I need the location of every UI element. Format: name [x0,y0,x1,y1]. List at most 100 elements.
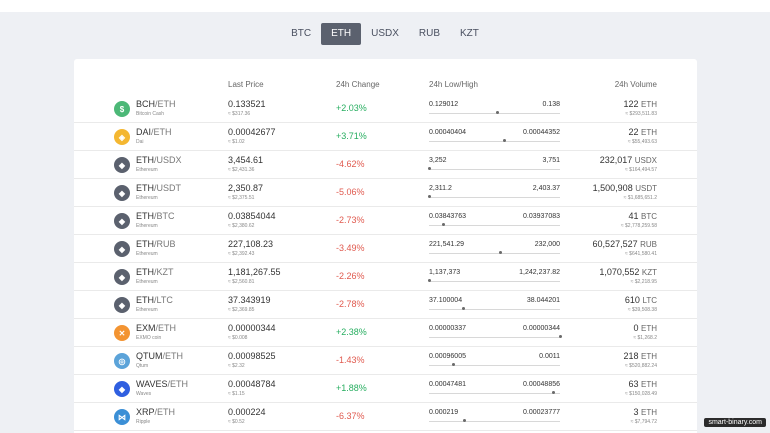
last-price-usd: ≈ $2,369.85 [228,307,255,313]
last-price: 0.00000344 [228,323,276,333]
pair-name[interactable]: DAI/ETH [136,127,172,137]
range-bar [429,309,560,310]
coin-name: Waves [136,391,152,397]
eth-icon: ◆ [114,185,130,201]
table-row[interactable]: ⋈ XRP/ETH Ripple 0.000224 ≈ $0.52 -6.37% 0.000… [74,403,697,431]
last-price-usd: ≈ $1.15 [228,391,245,397]
table-row[interactable]: ◆ WAVES/ETH Waves 0.00048784 ≈ $1.15 +1.88% 0.… [74,375,697,403]
pair-name[interactable]: ETH/RUB [136,239,176,249]
volume-24h: 122 ETH [623,99,657,109]
pair-quote: /ETH [154,407,176,417]
volume-currency: BTC [641,212,657,221]
pair-name[interactable]: ETH/USDT [136,183,181,193]
pair-quote: /KZT [154,267,174,277]
pair-name[interactable]: ETH/BTC [136,211,175,221]
change-24h: +2.38% [336,327,367,337]
pair-quote: /USDX [154,155,182,165]
range-bar [429,141,560,142]
volume-currency: RUB [640,240,657,249]
range-marker [502,139,506,142]
coin-name: EXMO coin [136,335,162,341]
high-24h: 38.044201 [526,297,560,304]
table-row[interactable]: ◆ ETH/BTC Ethereum 0.03854044 ≈ $2,380.62 -2.… [74,207,697,235]
eth-icon: ◆ [114,269,130,285]
tab-rub[interactable]: RUB [409,23,450,45]
volume-currency: ETH [641,352,657,361]
range-marker [428,279,431,282]
volume-value: 41 [628,211,639,221]
high-24h: 0.00000344 [523,325,560,332]
volume-currency: ETH [641,100,657,109]
volume-currency: USDX [634,156,657,165]
table-row[interactable]: ✕ EXM/ETH EXMO coin 0.00000344 ≈ $0.008 +2.38… [74,319,697,347]
volume-value: 1,070,552 [599,267,640,277]
tab-eth[interactable]: ETH [321,23,362,45]
eth-icon: ◆ [114,213,130,229]
pair-base: ETH [136,155,154,165]
pair-quote: /ETH [167,379,189,389]
coin-name: Ethereum [136,279,158,285]
watermark: smart-binary.com [704,418,766,427]
pair-base: BCH [136,99,156,109]
table-row[interactable]: ◆ ETH/RUB Ethereum 227,108.23 ≈ $2,392.43 -3.… [74,235,697,263]
last-price-usd: ≈ $2,431.36 [228,167,255,173]
exm-icon: ✕ [114,325,130,341]
volume-24h: 1,500,908 USDT [593,183,657,193]
pair-name[interactable]: BCH/ETH [136,99,176,109]
table-row[interactable]: ◆ ETH/USDX Ethereum 3,454.61 ≈ $2,431.36 -4.6… [74,151,697,179]
last-price-usd: ≈ $2.32 [228,363,245,369]
pair-name[interactable]: ETH/LTC [136,295,173,305]
pair-name[interactable]: QTUM/ETH [136,351,183,361]
table-row[interactable]: ◆ ETH/KZT Ethereum 1,181,267.55 ≈ $2,560.81 -… [74,263,697,291]
pair-quote: /ETH [155,323,177,333]
change-24h: +2.03% [336,103,367,113]
last-price-usd: ≈ $2,392.43 [228,251,255,257]
range-bar [429,393,560,394]
pair-name[interactable]: EXM/ETH [136,323,176,333]
coin-name: Ethereum [136,195,158,201]
table-row[interactable]: ◎ QTUM/ETH Qtum 0.00098525 ≈ $2.32 -1.43% 0.00… [74,347,697,375]
tab-btc[interactable]: BTC [281,23,321,45]
high-24h: 1,242,237.82 [519,269,560,276]
table-row[interactable]: ◆ ETH/USDT Ethereum 2,350.87 ≈ $2,375.51 -5.0… [74,179,697,207]
pair-name[interactable]: XRP/ETH [136,407,175,417]
header-24h-change: 24h Change [336,80,380,89]
range-bar [429,113,560,114]
high-24h: 0.00023777 [523,409,560,416]
volume-usd: ≈ $7,794.72 [630,419,657,425]
volume-value: 1,500,908 [592,183,633,193]
last-price-usd: ≈ $0.52 [228,419,245,425]
eth-icon: ◆ [114,157,130,173]
volume-value: 122 [623,99,639,109]
high-24h: 3,751 [542,157,560,164]
last-price-usd: ≈ $2,375.51 [228,195,255,201]
last-price: 0.00042677 [228,127,276,137]
volume-24h: 3 ETH [633,407,657,417]
tab-usdx[interactable]: USDX [361,23,409,45]
last-price: 227,108.23 [228,239,274,249]
volume-value: 22 [628,127,639,137]
range-marker [559,335,562,338]
pair-name[interactable]: ETH/KZT [136,267,174,277]
dai-icon: ◈ [114,129,130,145]
volume-usd: ≈ $2,218.95 [630,279,657,285]
last-price: 3,454.61 [228,155,264,165]
last-price: 0.00048784 [228,379,276,389]
bch-icon: $ [114,101,130,117]
table-row[interactable]: ◈ DAI/ETH Dai 0.00042677 ≈ $1.02 +3.71% 0.0004… [74,123,697,151]
volume-24h: 63 ETH [628,379,657,389]
last-price-usd: ≈ $2,560.81 [228,279,255,285]
pair-base: ETH [136,183,154,193]
tab-kzt[interactable]: KZT [450,23,489,45]
table-row[interactable]: ◆ ETH/LTC Ethereum 37.343919 ≈ $2,369.85 -2.7… [74,291,697,319]
pair-base: ETH [136,267,154,277]
coin-glyph: ✕ [118,328,126,338]
table-row[interactable]: $ BCH/ETH Bitcoin Cash 0.133521 ≈ $317.36 +2.… [74,95,697,123]
pair-name[interactable]: ETH/USDX [136,155,182,165]
pair-name[interactable]: WAVES/ETH [136,379,188,389]
last-price: 1,181,267.55 [228,267,281,277]
pair-base: WAVES [136,379,168,389]
volume-value: 60,527,527 [592,239,638,249]
volume-value: 232,017 [599,155,633,165]
table-header: Last Price 24h Change 24h Low/High 24h V… [74,80,697,94]
